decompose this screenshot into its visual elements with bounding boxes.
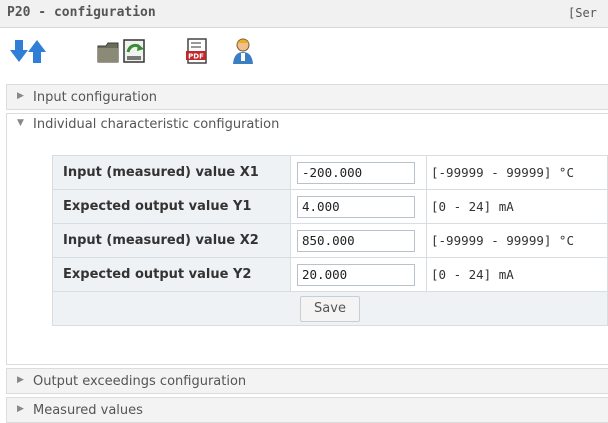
title-bar: P20 - configuration [Ser	[0, 0, 608, 28]
title-right-text: [Ser	[568, 6, 597, 20]
section-measured-values[interactable]: ▶ Measured values	[6, 397, 608, 423]
table-row: Expected output value Y2 [0 - 24] mA	[52, 257, 608, 292]
user-icon[interactable]	[231, 36, 263, 68]
chevron-right-icon: ▶	[17, 375, 24, 385]
pdf-icon[interactable]: PDF	[182, 36, 214, 68]
y2-input[interactable]	[297, 263, 415, 286]
section-label: Input configuration	[33, 90, 158, 105]
section-label: Individual characteristic configuration	[33, 117, 280, 132]
arrow-up-icon[interactable]	[28, 36, 60, 68]
chevron-right-icon: ▶	[17, 91, 24, 101]
toolbar: PDF	[0, 36, 608, 76]
x1-input[interactable]	[297, 161, 415, 184]
table-row: Expected output value Y1 [0 - 24] mA	[52, 189, 608, 224]
y1-input[interactable]	[297, 195, 415, 218]
section-output-exceedings[interactable]: ▶ Output exceedings configuration	[6, 368, 608, 394]
table-row: Input (measured) value X2 [-99999 - 9999…	[52, 223, 608, 258]
chevron-down-icon: ▼	[17, 118, 24, 128]
characteristic-table: Input (measured) value X1 [-99999 - 9999…	[52, 155, 608, 326]
row-range: [-99999 - 99999] °C	[426, 155, 608, 190]
x2-input[interactable]	[297, 229, 415, 252]
page-title: P20 - configuration	[7, 5, 156, 20]
row-label: Expected output value Y1	[52, 189, 291, 224]
row-range: [0 - 24] mA	[426, 257, 608, 292]
section-label: Output exceedings configuration	[33, 374, 247, 389]
chevron-right-icon: ▶	[17, 404, 24, 414]
section-input-configuration[interactable]: ▶ Input configuration	[6, 84, 608, 110]
row-range: [0 - 24] mA	[426, 189, 608, 224]
row-label: Input (measured) value X2	[52, 223, 291, 258]
section-label: Measured values	[33, 403, 143, 418]
save-button[interactable]: Save	[300, 295, 360, 322]
save-row: Save	[52, 291, 608, 326]
row-label: Expected output value Y2	[52, 257, 291, 292]
row-range: [-99999 - 99999] °C	[426, 223, 608, 258]
svg-text:PDF: PDF	[188, 53, 204, 61]
section-individual-characteristic[interactable]: ▼ Individual characteristic configuratio…	[6, 113, 608, 135]
table-row: Input (measured) value X1 [-99999 - 9999…	[52, 155, 608, 190]
row-label: Input (measured) value X1	[52, 155, 291, 190]
save-file-icon[interactable]	[120, 36, 152, 68]
